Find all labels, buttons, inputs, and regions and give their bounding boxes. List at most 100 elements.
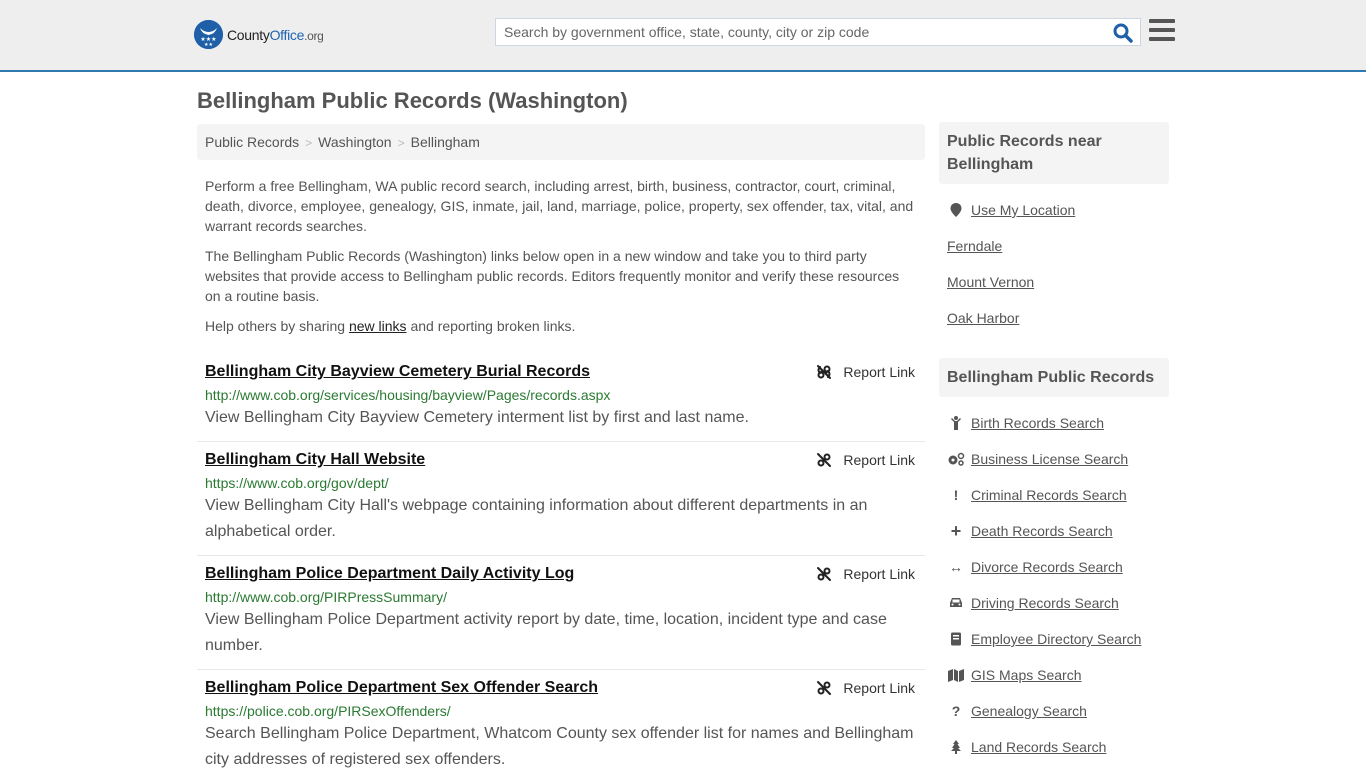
record-description: View Bellingham City Hall's webpage cont… (205, 497, 868, 540)
report-link-button[interactable]: Report Link (816, 680, 915, 696)
child-icon (947, 415, 965, 431)
report-link-label: Report Link (843, 680, 915, 696)
report-link-button[interactable]: Report Link (816, 452, 915, 468)
logo-text-county: County (227, 26, 270, 43)
map-icon (947, 667, 965, 683)
plus-icon: + (950, 520, 962, 541)
broken-link-icon (817, 365, 832, 379)
cogs-icon (947, 451, 965, 467)
category-item: ↔ Divorce Records Search (947, 549, 1161, 585)
category-link[interactable]: Business License Search (971, 451, 1128, 467)
record-title-link[interactable]: Bellingham Police Department Daily Activ… (205, 564, 574, 584)
disclaimer-paragraph: The Bellingham Public Records (Washingto… (205, 248, 900, 304)
nearby-place-link[interactable]: Ferndale (947, 238, 1002, 254)
report-link-label: Report Link (843, 364, 915, 380)
breadcrumb-public-records[interactable]: Public Records (205, 134, 299, 150)
search-input[interactable] (496, 19, 1096, 45)
logo-wordmark: CountyOffice.org (227, 27, 324, 43)
site-logo[interactable]: ★★★ ★★ CountyOffice.org (194, 20, 324, 49)
use-location-item: Use My Location (947, 192, 1161, 228)
records-category-list: Birth Records Search Business License Se… (939, 397, 1169, 777)
tree-icon (947, 739, 965, 755)
record-url: http://www.cob.org/PIRPressSummary/ (205, 589, 447, 605)
category-item: + Death Records Search (947, 513, 1161, 549)
report-link-label: Report Link (843, 566, 915, 582)
category-item: Employee Directory Search (947, 621, 1161, 657)
records-heading: Bellingham Public Records (939, 358, 1169, 397)
report-link-button[interactable]: Report Link (816, 364, 915, 380)
svg-text:★★: ★★ (204, 42, 213, 48)
nearby-place-link[interactable]: Mount Vernon (947, 274, 1034, 290)
hamburger-menu-icon[interactable] (1149, 19, 1175, 43)
menu-bar (1149, 37, 1175, 41)
search-icon (1113, 23, 1133, 43)
category-link[interactable]: Land Records Search (971, 739, 1106, 755)
category-item: ? Genealogy Search (947, 693, 1161, 729)
record-description: Search Bellingham Police Department, Wha… (205, 725, 914, 768)
category-item: ! Criminal Records Search (947, 477, 1161, 513)
search-button[interactable] (1112, 22, 1134, 44)
record-title-link[interactable]: Bellingham City Bayview Cemetery Burial … (205, 362, 590, 382)
search-bar (495, 18, 1141, 46)
book-icon (947, 631, 965, 647)
logo-text-org: .org (304, 28, 324, 43)
category-item: Driving Records Search (947, 585, 1161, 621)
category-item: Land Records Search (947, 729, 1161, 765)
help-text: Help others by sharing (205, 318, 349, 334)
eagle-stars-logo-icon: ★★★ ★★ (194, 20, 223, 49)
category-link[interactable]: Divorce Records Search (971, 559, 1123, 575)
record-title-link[interactable]: Bellingham Police Department Sex Offende… (205, 678, 598, 698)
category-link[interactable]: Genealogy Search (971, 703, 1087, 719)
record-item: Bellingham City Hall Website Report Link… (197, 442, 925, 556)
category-link[interactable]: Birth Records Search (971, 415, 1104, 431)
page-title: Bellingham Public Records (Washington) (197, 88, 628, 113)
help-text: and reporting broken links. (406, 318, 576, 334)
category-item: Business License Search (947, 441, 1161, 477)
record-item: Bellingham City Bayview Cemetery Burial … (197, 354, 925, 442)
category-link[interactable]: Criminal Records Search (971, 487, 1127, 503)
report-link-label: Report Link (843, 452, 915, 468)
nearby-list: Use My Location Ferndale Mount Vernon Oa… (939, 184, 1169, 348)
record-item: Bellingham Police Department Sex Offende… (197, 670, 925, 783)
site-header: ★★★ ★★ CountyOffice.org (0, 0, 1366, 72)
sidebar: Public Records near Bellingham Use My Lo… (939, 122, 1169, 777)
menu-bar (1149, 19, 1175, 23)
nearby-place-link[interactable]: Oak Harbor (947, 310, 1019, 326)
records-list: Bellingham City Bayview Cemetery Burial … (197, 354, 925, 783)
intro-paragraph: Perform a free Bellingham, WA public rec… (205, 178, 914, 234)
category-item: GIS Maps Search (947, 657, 1161, 693)
arrows-horizontal-icon: ↔ (949, 559, 963, 575)
record-description: View Bellingham City Bayview Cemetery in… (205, 409, 749, 426)
nearby-place-item: Mount Vernon (947, 264, 1161, 300)
category-item: Birth Records Search (947, 405, 1161, 441)
broken-link-icon (817, 681, 832, 695)
record-url: https://www.cob.org/gov/dept/ (205, 475, 389, 491)
exclamation-icon: ! (953, 487, 959, 503)
category-link[interactable]: Driving Records Search (971, 595, 1119, 611)
nearby-place-item: Ferndale (947, 228, 1161, 264)
question-icon: ? (951, 703, 961, 719)
nearby-heading: Public Records near Bellingham (939, 122, 1169, 184)
car-icon (947, 595, 965, 611)
use-my-location-link[interactable]: Use My Location (971, 202, 1075, 218)
new-links-link[interactable]: new links (349, 318, 407, 334)
record-title-link[interactable]: Bellingham City Hall Website (205, 450, 425, 470)
menu-bar (1149, 28, 1175, 32)
breadcrumb-separator: > (305, 136, 313, 150)
record-url: https://police.cob.org/PIRSexOffenders/ (205, 703, 451, 719)
intro-text: Perform a free Bellingham, WA public rec… (197, 176, 925, 336)
breadcrumb: Public Records > Washington > Bellingham (197, 124, 925, 160)
broken-link-icon (817, 453, 832, 467)
category-link[interactable]: GIS Maps Search (971, 667, 1082, 683)
breadcrumb-washington[interactable]: Washington (318, 134, 391, 150)
record-item: Bellingham Police Department Daily Activ… (197, 556, 925, 670)
breadcrumb-bellingham[interactable]: Bellingham (411, 134, 480, 150)
category-link[interactable]: Employee Directory Search (971, 631, 1141, 647)
map-marker-icon (947, 202, 965, 218)
record-description: View Bellingham Police Department activi… (205, 611, 887, 654)
broken-link-icon (817, 567, 832, 581)
logo-text-office: Office (269, 26, 305, 43)
record-url: http://www.cob.org/services/housing/bayv… (205, 387, 611, 403)
report-link-button[interactable]: Report Link (816, 566, 915, 582)
category-link[interactable]: Death Records Search (971, 523, 1113, 539)
